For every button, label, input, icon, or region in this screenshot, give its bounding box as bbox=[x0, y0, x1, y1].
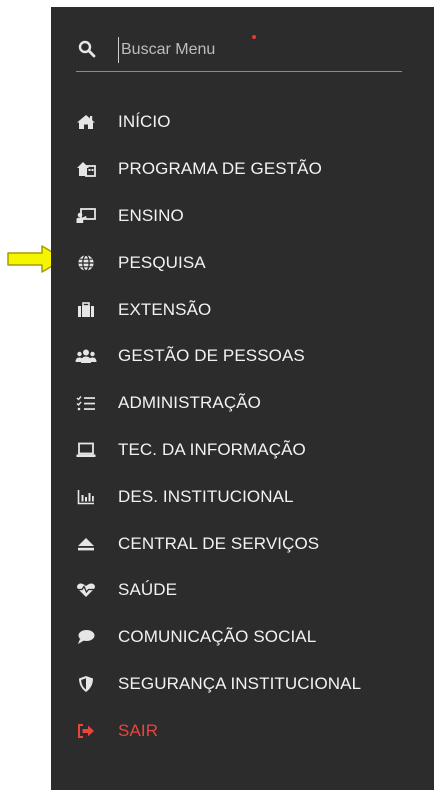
eject-icon bbox=[75, 535, 97, 553]
page: INÍCIO PROGRAMA DE GESTÃO bbox=[0, 0, 446, 798]
menu-item-label: DES. INSTITUCIONAL bbox=[118, 486, 294, 506]
sidebar-menu: INÍCIO PROGRAMA DE GESTÃO bbox=[51, 7, 434, 790]
menu-item-inicio[interactable]: INÍCIO bbox=[75, 99, 415, 146]
notification-dot bbox=[252, 35, 256, 39]
search-input[interactable] bbox=[118, 37, 391, 63]
menu-item-label: PESQUISA bbox=[118, 252, 206, 272]
menu-item-sair[interactable]: SAIR bbox=[75, 707, 415, 754]
menu-item-label: EXTENSÃO bbox=[118, 299, 212, 319]
shield-icon bbox=[75, 675, 97, 693]
menu-item-label: ADMINISTRAÇÃO bbox=[118, 393, 261, 413]
menu-item-pesquisa[interactable]: PESQUISA bbox=[75, 239, 415, 286]
menu-item-saude[interactable]: SAÚDE bbox=[75, 567, 415, 614]
menu-item-extensao[interactable]: EXTENSÃO bbox=[75, 286, 415, 333]
laptop-icon bbox=[75, 441, 97, 459]
menu-item-label: SAIR bbox=[118, 720, 159, 740]
heartbeat-icon bbox=[75, 581, 97, 599]
menu-item-central-de-servicos[interactable]: CENTRAL DE SERVIÇOS bbox=[75, 520, 415, 567]
search-icon bbox=[78, 40, 96, 58]
bar-chart-icon bbox=[75, 488, 97, 506]
menu-item-label: ENSINO bbox=[118, 205, 184, 225]
users-icon bbox=[75, 347, 97, 365]
menu-item-label: GESTÃO DE PESSOAS bbox=[118, 346, 305, 366]
home-icon bbox=[75, 113, 97, 131]
menu-item-comunicacao-social[interactable]: COMUNICAÇÃO SOCIAL bbox=[75, 614, 415, 661]
tasks-icon bbox=[75, 394, 97, 412]
briefcase-icon bbox=[75, 301, 97, 319]
menu-item-label: SEGURANÇA INSTITUCIONAL bbox=[118, 673, 362, 693]
menu-item-programa-de-gestao[interactable]: PROGRAMA DE GESTÃO bbox=[75, 146, 415, 193]
chalkboard-teacher-icon bbox=[75, 207, 97, 225]
menu-list: INÍCIO PROGRAMA DE GESTÃO ENSINO PESQUIS… bbox=[75, 99, 415, 754]
menu-item-label: PROGRAMA DE GESTÃO bbox=[118, 159, 322, 179]
menu-item-label: SAÚDE bbox=[118, 580, 178, 600]
menu-item-seguranca-institucional[interactable]: SEGURANÇA INSTITUCIONAL bbox=[75, 661, 415, 708]
sign-out-icon bbox=[75, 722, 97, 740]
search-bar bbox=[76, 31, 402, 72]
office-icon bbox=[75, 160, 97, 178]
globe-icon bbox=[75, 254, 97, 272]
comment-icon bbox=[75, 628, 97, 646]
menu-item-label: TEC. DA INFORMAÇÃO bbox=[118, 439, 306, 459]
menu-item-label: COMUNICAÇÃO SOCIAL bbox=[118, 627, 317, 647]
menu-item-tec-da-informacao[interactable]: TEC. DA INFORMAÇÃO bbox=[75, 427, 415, 474]
menu-item-label: CENTRAL DE SERVIÇOS bbox=[118, 533, 320, 553]
menu-item-des-institucional[interactable]: DES. INSTITUCIONAL bbox=[75, 473, 415, 520]
menu-item-ensino[interactable]: ENSINO bbox=[75, 193, 415, 240]
menu-item-gestao-de-pessoas[interactable]: GESTÃO DE PESSOAS bbox=[75, 333, 415, 380]
menu-item-label: INÍCIO bbox=[118, 112, 171, 132]
menu-item-administracao[interactable]: ADMINISTRAÇÃO bbox=[75, 380, 415, 427]
